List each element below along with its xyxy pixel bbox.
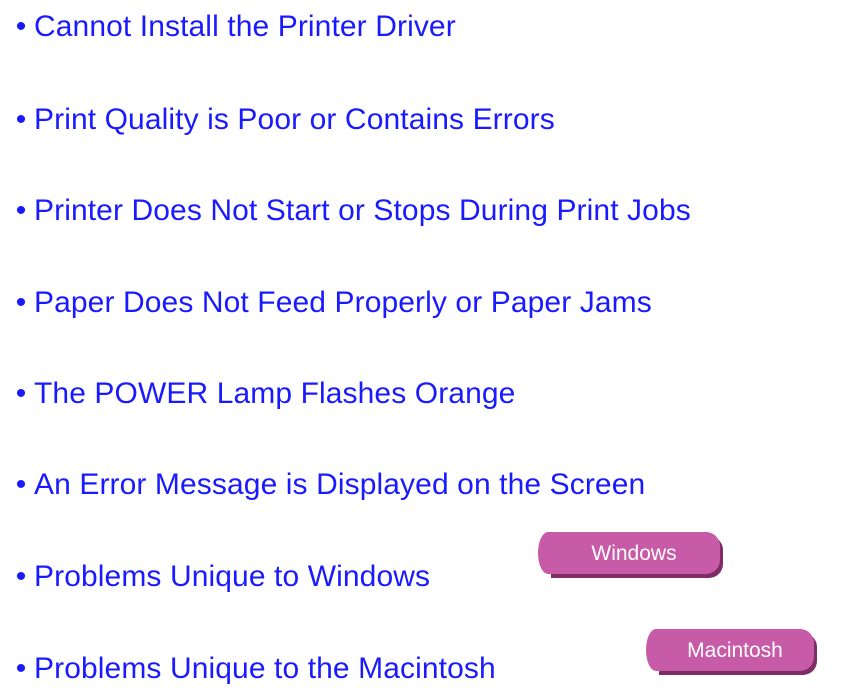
bullet-icon: • [15, 468, 27, 501]
topic-printer-does-not-start[interactable]: • Printer Does Not Start or Stops During… [8, 186, 691, 236]
macintosh-badge-button[interactable]: Macintosh [646, 629, 814, 671]
bullet-icon: • [15, 377, 27, 410]
topic-cannot-install-driver[interactable]: • Cannot Install the Printer Driver [8, 2, 456, 52]
bullet-icon: • [15, 194, 27, 227]
bullet-icon: • [15, 652, 27, 685]
bullet-icon: • [15, 103, 27, 136]
topic-label[interactable]: Cannot Install the Printer Driver [34, 12, 456, 42]
topic-label[interactable]: Printer Does Not Start or Stops During P… [34, 196, 691, 226]
topic-label[interactable]: Print Quality is Poor or Contains Errors [34, 105, 555, 135]
bullet-icon: • [15, 560, 27, 593]
windows-badge-label: Windows [591, 541, 677, 565]
topic-paper-jams[interactable]: • Paper Does Not Feed Properly or Paper … [8, 278, 652, 328]
topic-label[interactable]: The POWER Lamp Flashes Orange [34, 379, 515, 409]
bullet-icon: • [15, 286, 27, 319]
topic-label[interactable]: Problems Unique to Windows [34, 562, 430, 592]
troubleshooting-topic-list: • Cannot Install the Printer Driver • Pr… [0, 0, 850, 684]
windows-badge-button[interactable]: Windows [538, 532, 720, 574]
topic-problems-windows[interactable]: • Problems Unique to Windows [8, 552, 430, 602]
topic-print-quality-poor[interactable]: • Print Quality is Poor or Contains Erro… [8, 95, 555, 145]
bullet-icon: • [15, 10, 27, 43]
topic-power-lamp-flashes[interactable]: • The POWER Lamp Flashes Orange [8, 369, 516, 419]
topic-problems-macintosh[interactable]: • Problems Unique to the Macintosh [8, 644, 496, 694]
topic-label[interactable]: An Error Message is Displayed on the Scr… [34, 470, 645, 500]
topic-label[interactable]: Problems Unique to the Macintosh [34, 654, 496, 684]
topic-error-message-displayed[interactable]: • An Error Message is Displayed on the S… [8, 460, 645, 510]
macintosh-badge-label: Macintosh [687, 638, 783, 662]
topic-label[interactable]: Paper Does Not Feed Properly or Paper Ja… [34, 288, 652, 318]
